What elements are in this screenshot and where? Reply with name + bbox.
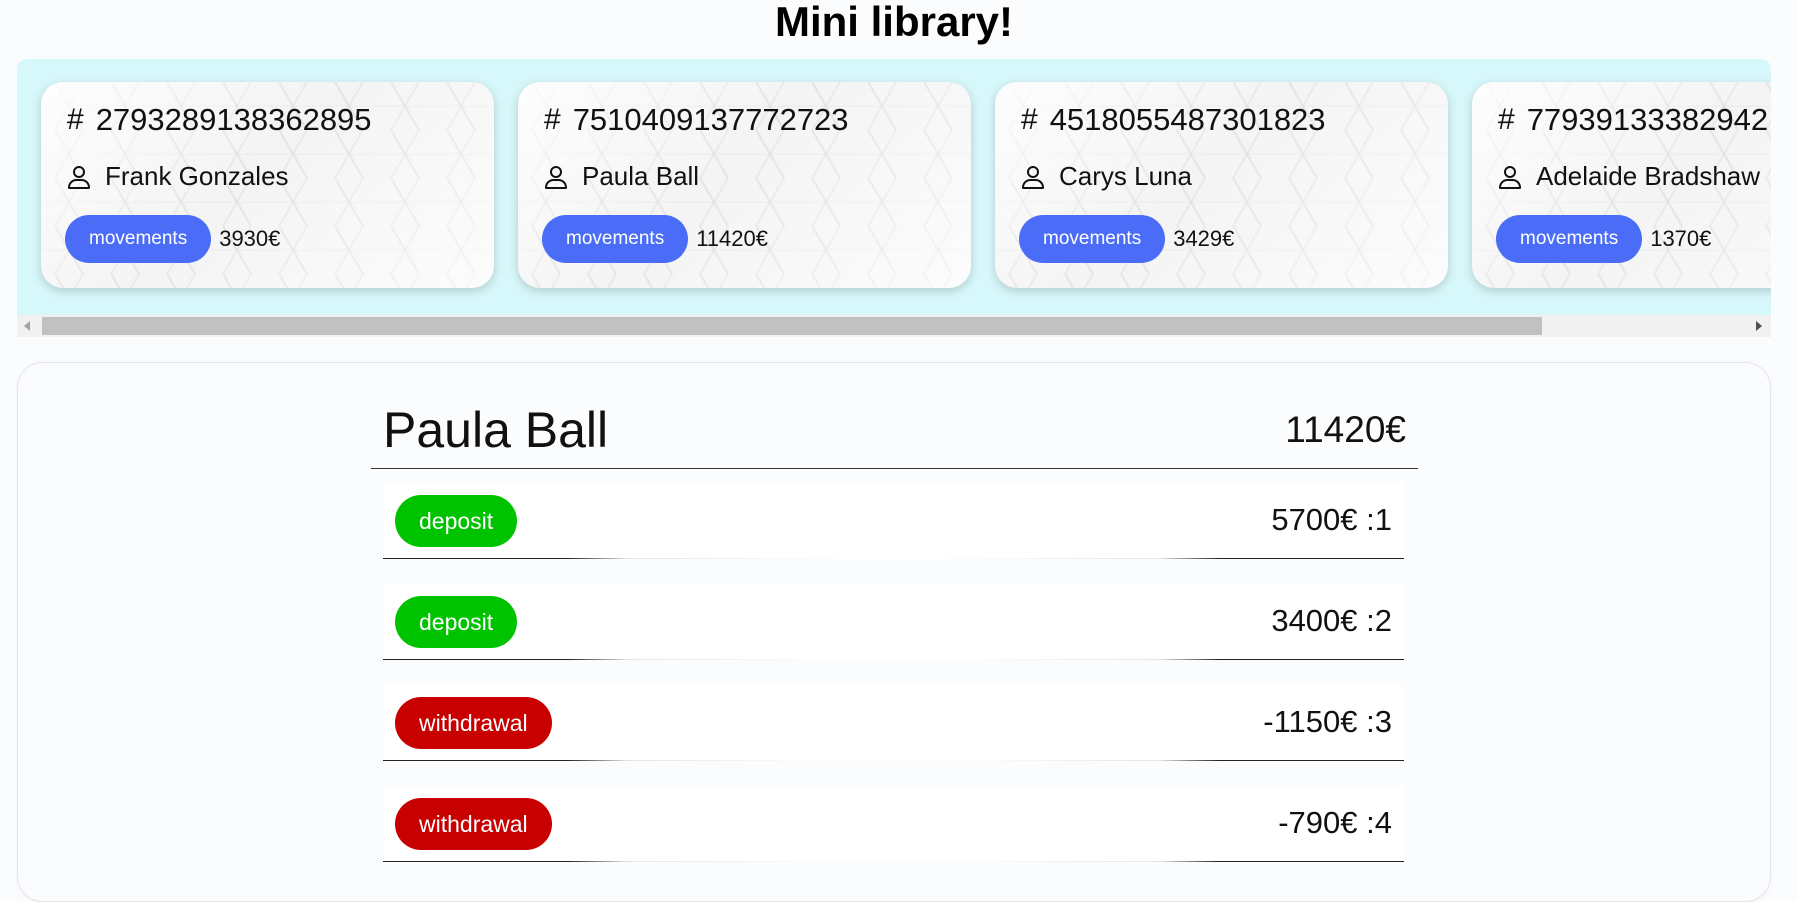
movement-row: withdrawal -1150€ :3 bbox=[383, 685, 1404, 761]
hash-icon: # bbox=[544, 103, 561, 136]
account-owner-name: Paula Ball bbox=[582, 161, 700, 191]
person-icon bbox=[1498, 165, 1522, 189]
movements-button[interactable]: movements bbox=[542, 215, 689, 263]
account-number-value: 4518055487301823 bbox=[1049, 102, 1326, 137]
movement-type-badge: deposit bbox=[395, 596, 518, 648]
movement-amount: -790€ :4 bbox=[1278, 805, 1392, 840]
movement-type-badge: withdrawal bbox=[395, 697, 552, 749]
movement-row: deposit 3400€ :2 bbox=[383, 584, 1404, 660]
selected-balance: 11420€ bbox=[1285, 409, 1406, 450]
movement-type-badge: deposit bbox=[395, 495, 518, 547]
page-title: Mini library! bbox=[774, 0, 1014, 45]
person-icon bbox=[544, 165, 568, 189]
account-card-footer: movements 11420€ bbox=[542, 215, 768, 263]
account-owner-name: Adelaide Bradshaw bbox=[1536, 161, 1761, 191]
selected-owner-name: Paula Ball bbox=[383, 402, 609, 458]
scroll-left-arrow-icon[interactable] bbox=[24, 321, 30, 331]
movement-amount: -1150€ :3 bbox=[1263, 704, 1392, 739]
movements-panel: Paula Ball 11420€ deposit 5700€ :1 depos… bbox=[17, 362, 1771, 902]
account-card: # 4518055487301823 Carys Luna movements … bbox=[995, 82, 1448, 288]
account-owner: Frank Gonzales bbox=[67, 161, 289, 192]
account-owner: Adelaide Bradshaw bbox=[1498, 161, 1760, 192]
account-number-value: 7510409137772723 bbox=[572, 102, 849, 137]
account-balance: 11420€ bbox=[696, 226, 768, 251]
person-icon bbox=[67, 165, 91, 189]
account-owner: Paula Ball bbox=[544, 161, 699, 192]
account-balance: 3429€ bbox=[1173, 226, 1235, 251]
account-owner-name: Carys Luna bbox=[1059, 161, 1192, 191]
account-card-footer: movements 1370€ bbox=[1496, 215, 1711, 263]
movement-row: withdrawal -790€ :4 bbox=[383, 786, 1404, 862]
movement-row: deposit 5700€ :1 bbox=[383, 483, 1404, 559]
account-number-value: 2793289138362895 bbox=[95, 102, 372, 137]
account-card-footer: movements 3429€ bbox=[1019, 215, 1234, 263]
movements-button[interactable]: movements bbox=[1019, 215, 1166, 263]
account-balance: 3930€ bbox=[219, 226, 281, 251]
account-number: # 2793289138362895 bbox=[67, 102, 372, 138]
scrollbar-thumb[interactable] bbox=[42, 317, 1542, 335]
account-owner: Carys Luna bbox=[1021, 161, 1192, 192]
person-icon bbox=[1021, 165, 1045, 189]
movement-type-badge: withdrawal bbox=[395, 798, 552, 850]
account-card-footer: movements 3930€ bbox=[65, 215, 280, 263]
horizontal-scrollbar[interactable] bbox=[17, 315, 1771, 337]
account-number-value: 77939133382942 bbox=[1526, 102, 1769, 137]
account-card: # 2793289138362895 Frank Gonzales moveme… bbox=[41, 82, 494, 288]
hash-icon: # bbox=[1498, 103, 1515, 136]
account-owner-name: Frank Gonzales bbox=[105, 161, 289, 191]
account-card: # 77939133382942 Adelaide Bradshaw movem… bbox=[1472, 82, 1771, 288]
hash-icon: # bbox=[67, 103, 84, 136]
account-cards-track: # 2793289138362895 Frank Gonzales moveme… bbox=[41, 82, 1771, 288]
account-number: # 7510409137772723 bbox=[544, 102, 849, 138]
account-number: # 77939133382942 bbox=[1498, 102, 1768, 138]
movements-header: Paula Ball 11420€ bbox=[371, 395, 1418, 469]
account-card: # 7510409137772723 Paula Ball movements … bbox=[518, 82, 971, 288]
movement-amount: 5700€ :1 bbox=[1271, 502, 1392, 537]
movements-button[interactable]: movements bbox=[65, 215, 212, 263]
movement-amount: 3400€ :2 bbox=[1271, 603, 1392, 638]
account-balance: 1370€ bbox=[1650, 226, 1712, 251]
account-number: # 4518055487301823 bbox=[1021, 102, 1326, 138]
movements-button[interactable]: movements bbox=[1496, 215, 1643, 263]
accounts-strip[interactable]: # 2793289138362895 Frank Gonzales moveme… bbox=[17, 59, 1771, 337]
scroll-right-arrow-icon[interactable] bbox=[1756, 321, 1762, 331]
hash-icon: # bbox=[1021, 103, 1038, 136]
